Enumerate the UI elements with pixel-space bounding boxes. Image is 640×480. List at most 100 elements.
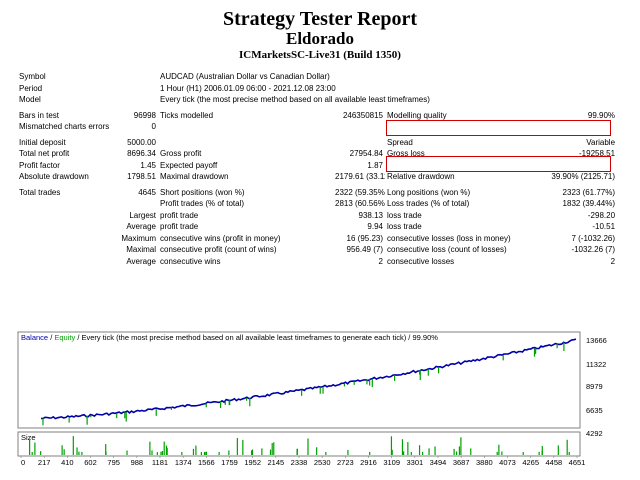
row-caption: consecutive wins (profit in money) [160, 233, 281, 243]
row-description: AUDCAD (Australian Dollar vs Canadian Do… [160, 72, 330, 82]
row-caption [17, 221, 112, 233]
row-value: 1798.51 [127, 172, 156, 182]
expert-name: Eldorado [285, 29, 355, 48]
row-value: 2322 (59.35%) [335, 187, 385, 197]
row-value: 7 (-1032.26) [571, 233, 616, 243]
row-caption [17, 233, 112, 245]
row-value: 2 [378, 256, 383, 266]
report-row: Total trades 4645 Short positions (won %) 2… [17, 187, 617, 199]
x-tick-label: 3687 [453, 458, 470, 467]
row-caption: Relative drawdown [387, 172, 455, 182]
y-tick-label: 8979 [586, 382, 603, 391]
row-caption: Short positions (won %) [160, 187, 245, 197]
x-tick-label: 217 [38, 458, 51, 467]
row-caption [17, 256, 112, 268]
report-row: Model Every tick (the most precise method… [17, 94, 617, 106]
row-value: 2179.61 (33.11%) [335, 172, 385, 182]
x-tick-label: 3109 [383, 458, 400, 467]
row-caption: consecutive wins [160, 256, 221, 266]
row-caption: Spread [387, 137, 413, 147]
row-caption [17, 198, 112, 210]
row-caption: consecutive losses (loss in money) [387, 233, 511, 243]
y-tick-label: 6635 [586, 406, 603, 415]
row-caption: Expected payoff [160, 160, 218, 170]
row-caption: consecutive profit (count of wins) [160, 245, 277, 255]
row-value: Maximal [126, 245, 156, 255]
x-tick-label: 1374 [175, 458, 192, 467]
row-value: Variable [586, 137, 616, 147]
row-caption [17, 210, 112, 222]
row-value: 1832 (39.44%) [562, 199, 616, 209]
row-value: 1.45 [140, 160, 156, 170]
row-value [535, 160, 617, 172]
row-caption: Maximal drawdown [160, 172, 229, 182]
report-row: Mismatched charts errors 0 [17, 121, 617, 133]
row-value [112, 83, 158, 95]
report-row: Largest profit trade 938.13 loss trade -298.… [17, 210, 617, 222]
row-caption: Model [19, 95, 41, 105]
y-tick-label: 13666 [586, 336, 607, 345]
row-value: -10.51 [592, 222, 616, 232]
row-value: 39.90% (2125.71) [551, 172, 616, 182]
x-tick-label: 1181 [152, 458, 168, 467]
row-caption: Period [19, 83, 43, 93]
balance-chart: 13666 11322 8979 6635 4292 0 217 410 602 795 988 11… [16, 329, 625, 480]
legend-rest: / Every tick (the most precise method ba… [75, 333, 438, 342]
row-value [333, 137, 385, 149]
row-value: 1.87 [367, 160, 383, 170]
row-value: 938.13 [358, 210, 383, 220]
x-tick-label: 3301 [406, 458, 423, 467]
report-row: Absolute drawdown 1798.51 Maximal drawdown… [17, 171, 617, 183]
row-value: 2813 (60.56%) [335, 199, 385, 209]
row-value: 0 [151, 122, 156, 132]
size-frame [17, 431, 581, 457]
row-value: 2 [610, 256, 616, 266]
x-tick-label: 2145 [267, 458, 284, 467]
row-value: 5000.00 [127, 137, 156, 147]
x-tick-label: 4073 [499, 458, 516, 467]
row-caption: consecutive loss (count of losses) [387, 245, 507, 255]
legend-balance: Balance [21, 333, 48, 342]
row-value: -1032.26 (7) [571, 245, 616, 255]
row-description: Every tick (the most precise method base… [160, 95, 430, 105]
report-row: Initial deposit 5000.00 Spread Variable [17, 137, 617, 149]
row-caption [158, 121, 333, 133]
row-value: 8696.34 [127, 149, 156, 159]
row-value [112, 198, 158, 210]
row-value [112, 94, 158, 106]
x-tick-label: 2916 [360, 458, 377, 467]
report-row: Total net profit 8696.34 Gross profit 27954… [17, 148, 617, 160]
x-tick-label: 988 [131, 458, 144, 467]
row-value: 2323 (61.77%) [562, 187, 616, 197]
row-value [333, 121, 385, 133]
x-tick-label: 4265 [522, 458, 539, 467]
row-value: 16 (95.23) [346, 233, 383, 243]
row-value: Maximum [121, 233, 156, 243]
legend-equity: Equity [54, 333, 75, 342]
row-description: 1 Hour (H1) 2006.01.09 06:00 - 2021.12.0… [160, 83, 336, 93]
row-caption: loss trade [387, 210, 422, 220]
chart-legend: Balance / Equity / Every tick (the most … [21, 333, 438, 342]
row-caption: Total net profit [19, 149, 70, 159]
report-row: Maximum consecutive wins (profit in money… [17, 233, 617, 245]
row-caption: Gross loss [387, 149, 425, 159]
x-tick-label: 1759 [221, 458, 238, 467]
row-caption: Symbol [19, 72, 46, 82]
row-value: Average [126, 256, 156, 266]
x-tick-label: 2723 [337, 458, 354, 467]
row-value: Largest [129, 210, 156, 220]
plot-frame [17, 331, 581, 429]
report-row: Maximal consecutive profit (count of wins… [17, 244, 617, 256]
row-caption: Ticks modelled [160, 110, 214, 120]
row-caption: Bars in test [19, 110, 60, 120]
row-value: -19258.51 [579, 149, 616, 159]
report-row: Period 1 Hour (H1) 2006.01.09 06:00 - 202… [17, 83, 617, 95]
row-value: 99.90% [587, 110, 616, 120]
row-caption: profit trade [160, 222, 199, 232]
row-value [112, 71, 158, 83]
x-tick-label: 2530 [314, 458, 331, 467]
row-value: 27954.84 [349, 149, 383, 159]
row-caption: Gross profit [160, 149, 202, 159]
report-row: Bars in test 96998 Ticks modelled 246350815… [17, 110, 617, 122]
row-value: 9.94 [367, 222, 383, 232]
